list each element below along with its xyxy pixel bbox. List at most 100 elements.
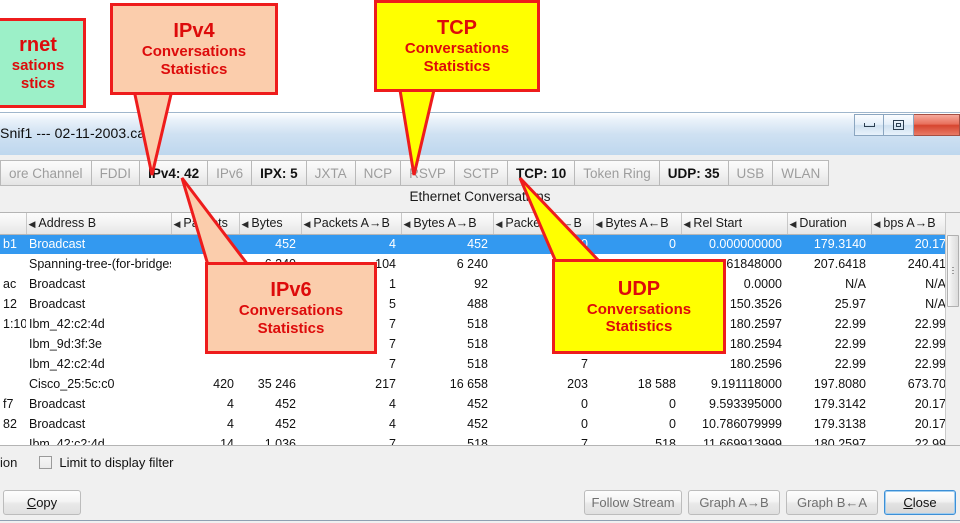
table-row[interactable]: Spanning-tree-(for-bridges)_006 2401046 … xyxy=(0,254,945,274)
cell-bytes: 35 246 xyxy=(257,377,296,391)
tab-token-ring[interactable]: Token Ring xyxy=(575,160,660,186)
col-row-prefix[interactable] xyxy=(0,213,27,235)
cell-duration: N/A xyxy=(845,277,866,291)
col-packets[interactable]: ◀ Packets xyxy=(171,213,240,235)
cell-row-prefix: 12 xyxy=(3,297,17,311)
conversations-table-scrollarea: ◀ Address B ◀ Packets ◀ Bytes ◀ Packets A→B … xyxy=(0,213,945,445)
col-bytes-ba[interactable]: ◀ Bytes A←B xyxy=(593,213,682,235)
close-window-button[interactable] xyxy=(914,114,960,136)
cell-bps-ab: 20.17 xyxy=(871,234,945,254)
tab-sctp[interactable]: SCTP xyxy=(454,160,508,186)
tab-rsvp[interactable]: RSVP xyxy=(401,160,455,186)
follow-stream-button[interactable]: Follow Stream xyxy=(584,490,682,515)
cell-bytes-ab: 452 xyxy=(467,397,488,411)
graph-ba-label: Graph B←A xyxy=(796,495,868,510)
col-address-b[interactable]: ◀ Address B xyxy=(26,213,172,235)
maximize-button[interactable] xyxy=(884,114,914,136)
close-button[interactable]: Close xyxy=(884,490,956,515)
annotation-line-3: Statistics xyxy=(257,319,325,337)
table-row[interactable]: acBroadcast19200.0000N/AN/AN/A xyxy=(0,274,945,294)
sort-arrow-icon: ◀ xyxy=(683,219,691,230)
sort-arrow-icon: ◀ xyxy=(595,219,603,230)
cell-rel-start: 0.000000000 xyxy=(681,234,787,254)
table-row[interactable]: f7 Broadcast 4 452 4 452 0 0 9.593395000 179.3142… xyxy=(0,394,945,414)
cell-bps-ab: 22.99 xyxy=(914,317,945,331)
col-rel-start[interactable]: ◀ Rel Start xyxy=(681,213,788,235)
tab-udp-35[interactable]: UDP: 35 xyxy=(659,160,729,186)
cell-packets-ba: 7 xyxy=(581,357,588,371)
tab-ore-channel[interactable]: ore Channel xyxy=(0,160,92,186)
graph-ab-button[interactable]: Graph A→B xyxy=(688,490,780,515)
tab-ipv6[interactable]: IPv6 xyxy=(208,160,253,186)
cell-duration: 22.99 xyxy=(834,317,866,331)
sort-arrow-icon: ◀ xyxy=(403,219,411,230)
table-row[interactable]: Cisco_25:5c:c0 420 35 246 217 16 658 203 18 58… xyxy=(0,374,945,394)
tab-label: IPv6 xyxy=(216,165,244,181)
tab-label: Token Ring xyxy=(583,165,651,181)
table-row[interactable]: Ibm_42:c2:4d 14 1 036 7 518 7 518 11.669913999 1… xyxy=(0,434,945,445)
table-row[interactable]: 12Broadcast54880150.352625.97N/A xyxy=(0,294,945,314)
minimize-button[interactable] xyxy=(854,114,884,136)
sort-arrow-icon: ◀ xyxy=(173,219,181,230)
tab-usb[interactable]: USB xyxy=(728,160,774,186)
table-row[interactable]: 82 Broadcast 4 452 4 452 0 0 10.786079999 179.313… xyxy=(0,414,945,434)
cell-packets-ab: 4 xyxy=(301,234,401,254)
scrollbar-thumb[interactable] xyxy=(946,235,959,307)
annotation-line-2: Conversations xyxy=(238,302,344,320)
copy-button[interactable]: Copy xyxy=(3,490,81,515)
cell-bytes-ab: 518 xyxy=(467,317,488,331)
sort-arrow-icon: ◀ xyxy=(789,219,797,230)
table-row[interactable]: Ibm_42:c2:4d 7 518 7 180.2596 22.99 22.99 xyxy=(0,354,945,374)
cell-bytes-ab: 92 xyxy=(474,277,488,291)
annotation-ethernet: rnet sations stics xyxy=(0,18,86,108)
col-bytes-ab[interactable]: ◀ Bytes A→B xyxy=(401,213,494,235)
cell-row-prefix xyxy=(0,254,26,274)
col-packets-ba[interactable]: ◀ Packets A←B xyxy=(493,213,594,235)
tab-tcp-10[interactable]: TCP: 10 xyxy=(507,160,576,186)
col-packets-ab[interactable]: ◀ Packets A→B xyxy=(301,213,402,235)
col-bytes[interactable]: ◀ Bytes xyxy=(239,213,302,235)
annotation-line-1: rnet xyxy=(19,34,57,57)
tab-ipx-5[interactable]: IPX: 5 xyxy=(252,160,307,186)
checkbox-box-icon[interactable] xyxy=(39,455,53,469)
cell-bytes-ba: 0 xyxy=(669,397,676,411)
section-label: Ethernet Conversations xyxy=(409,189,551,204)
cell-duration: 207.6418 xyxy=(813,257,866,271)
col-label: Bytes A←B xyxy=(605,216,669,231)
dialog-titlebar[interactable]: Snif1 --- 02-11-2003.cap xyxy=(0,113,960,155)
cell-address-b: Broadcast xyxy=(29,417,86,431)
cell-address-b: Ibm_42:c2:4d xyxy=(29,437,105,445)
cell-address-b: Broadcast xyxy=(29,277,86,291)
annotation-line-2: sations xyxy=(11,57,65,75)
cell-duration: 22.99 xyxy=(834,337,866,351)
limit-to-display-filter-checkbox[interactable]: Limit to display filter xyxy=(39,455,174,470)
annotation-tcp: TCP Conversations Statistics xyxy=(374,0,540,92)
cell-bps-ab: 22.99 xyxy=(914,337,945,351)
tab-ncp[interactable]: NCP xyxy=(355,160,402,186)
tab-wlan[interactable]: WLAN xyxy=(773,160,830,186)
cell-packets-ba: 0 xyxy=(493,234,593,254)
tab-label: USB xyxy=(736,165,765,181)
tab-jxta[interactable]: JXTA xyxy=(306,160,356,186)
tab-label: SCTP xyxy=(462,165,499,181)
table-row[interactable]: b1 Broadcast 452 4 452 0 0 0.000000000 179.3140 2… xyxy=(0,234,945,254)
col-duration[interactable]: ◀ Duration xyxy=(787,213,872,235)
table-vertical-scrollbar[interactable] xyxy=(944,213,960,445)
cell-duration: 180.2597 xyxy=(813,437,866,445)
cell-row-prefix: 1:10 xyxy=(3,317,26,331)
col-bps-ab[interactable]: ◀ bps A→B xyxy=(871,213,945,235)
cell-duration: 179.3142 xyxy=(813,397,866,411)
tab-ipv4-42[interactable]: IPv4: 42 xyxy=(140,160,209,186)
minimize-icon xyxy=(863,123,875,127)
cell-duration: 197.8080 xyxy=(813,377,866,391)
graph-ba-button[interactable]: Graph B←A xyxy=(786,490,878,515)
table-row[interactable]: Ibm_9d:3f:3e75187180.259422.9922.99 xyxy=(0,334,945,354)
conversations-dialog: Snif1 --- 02-11-2003.cap ore Channel FDDI… xyxy=(0,112,960,523)
table-row[interactable]: 1:10Ibm_42:c2:4d75187180.259722.9922.99 xyxy=(0,314,945,334)
cell-bytes: 1 036 xyxy=(264,437,296,445)
maximize-icon xyxy=(893,120,904,130)
tab-fddi[interactable]: FDDI xyxy=(91,160,141,186)
annotation-line-1: IPv4 xyxy=(173,20,215,43)
copy-button-rest: opy xyxy=(36,495,58,510)
cell-bytes-ab: 6 240 xyxy=(456,257,488,271)
